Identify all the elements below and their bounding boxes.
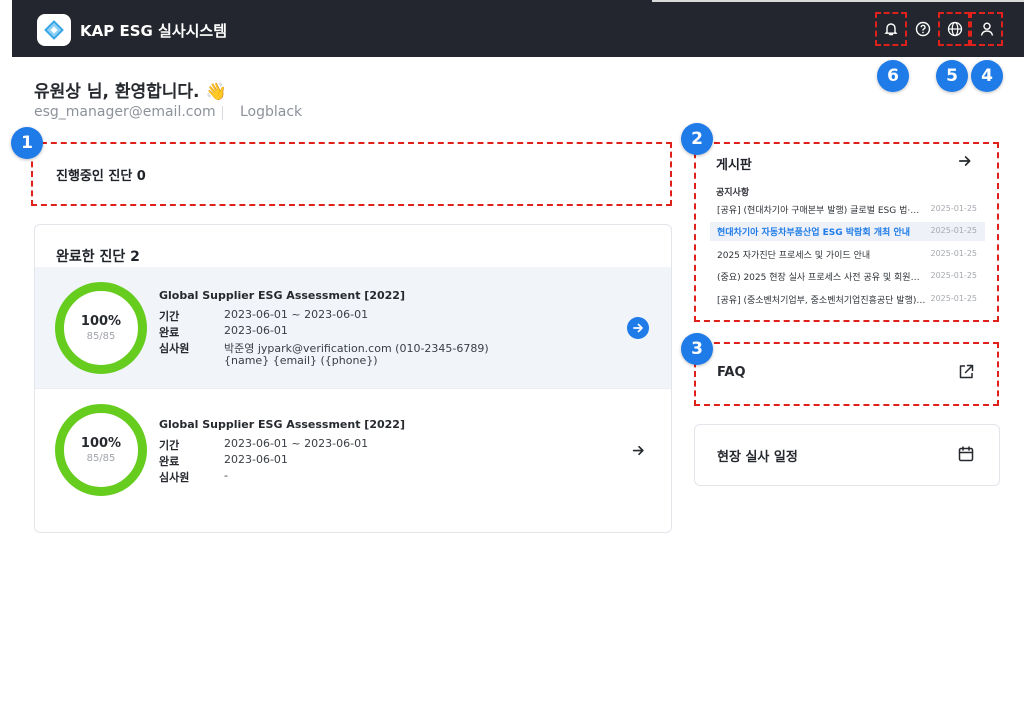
assessment-title: Global Supplier ESG Assessment [2022] [159, 289, 405, 302]
notice-post[interactable]: 2025 자가진단 프로세스 및 가이드 안내 2025-01-25 [710, 245, 985, 264]
arrow-right-icon [633, 323, 643, 333]
board-more-button[interactable] [958, 153, 974, 169]
audit-schedule-label: 현장 실사 일정 [717, 450, 798, 465]
ongoing-assessments-label: 진행중인 진단 0 [56, 169, 146, 184]
logo-diamond-icon [44, 20, 64, 40]
post-title: 현대차기아 자동차부품산업 ESG 박람회 개최 안내 [717, 228, 911, 238]
board-title: 게시판 [716, 158, 752, 173]
post-date: 2025-01-25 [930, 226, 978, 235]
assessment-title: Global Supplier ESG Assessment [2022] [159, 418, 405, 431]
auditor-value: - [224, 469, 228, 482]
app-logo[interactable] [37, 14, 71, 46]
notice-post[interactable]: [공유] (중소벤처기업부, 중소벤처기업진흥공단 발행) 안내 2025-01… [710, 290, 985, 309]
annotation-badge-3: 3 [681, 333, 713, 365]
faq-label: FAQ [717, 365, 746, 380]
calendar-icon [958, 446, 974, 462]
post-date: 2025-01-25 [930, 294, 978, 303]
notice-post[interactable]: (중요) 2025 현장 실사 프로세스 사전 공유 및 회원사 안내 2025… [710, 267, 985, 286]
auditor-template: {name} {email} ({phone}) [224, 354, 378, 367]
progress-count: 85/85 [86, 453, 116, 464]
post-date: 2025-01-25 [930, 204, 978, 213]
completed-date-value: 2023-06-01 [224, 324, 288, 337]
help-icon [915, 21, 931, 37]
post-title: 2025 자가진단 프로세스 및 가이드 안내 [717, 251, 871, 261]
annotation-badge-1: 1 [11, 127, 43, 159]
post-date: 2025-01-25 [930, 249, 978, 258]
completed-assessments-label: 완료한 진단 2 [56, 249, 140, 265]
notice-post[interactable]: [공유] (현대차기아 구매본부 발행) 글로벌 ESG 법·규제 동향 공유 … [710, 200, 985, 219]
post-title: [공유] (현대차기아 구매본부 발행) 글로벌 ESG 법·규제 동향 공유 [717, 206, 927, 216]
post-date: 2025-01-25 [930, 271, 978, 280]
welcome-greeting: 유원상 님, 환영합니다. [34, 82, 200, 102]
post-title: [공유] (중소벤처기업부, 중소벤처기업진흥공단 발행) 안내 [717, 296, 927, 306]
company-name: Logblack [240, 104, 303, 120]
post-title: (중요) 2025 현장 실사 프로세스 사전 공유 및 회원사 안내 [717, 273, 927, 283]
auditor-label: 심사원 [159, 471, 190, 484]
period-value: 2023-06-01 ~ 2023-06-01 [224, 308, 369, 321]
external-link-icon [959, 364, 974, 379]
progress-ring: 100% 85/85 [55, 282, 147, 374]
open-assessment-button[interactable] [627, 317, 649, 339]
arrow-right-icon [958, 156, 971, 166]
user-email: esg_manager@email.com [34, 104, 216, 120]
help-button[interactable] [909, 15, 937, 43]
period-label: 기간 [159, 439, 180, 452]
annotation-badge-2: 2 [681, 123, 713, 155]
annotation-badge-5: 5 [936, 60, 968, 92]
annotation-box-5 [938, 12, 970, 46]
period-label: 기간 [159, 310, 180, 323]
period-value: 2023-06-01 ~ 2023-06-01 [224, 437, 369, 450]
notice-section-label: 공지사항 [716, 188, 750, 198]
faq-external-link[interactable] [957, 363, 975, 381]
completed-date-label: 완료 [159, 455, 180, 468]
progress-percent: 100% [80, 436, 122, 451]
welcome-heading: 유원상 님, 환영합니다. 👋 [34, 77, 227, 102]
progress-ring: 100% 85/85 [55, 404, 147, 496]
annotation-badge-6: 6 [877, 60, 909, 92]
annotation-box-4 [970, 12, 1003, 46]
topbar-divider [652, 0, 1024, 2]
annotation-badge-4: 4 [971, 60, 1003, 92]
completed-date-value: 2023-06-01 [224, 453, 288, 466]
open-assessment-button[interactable] [629, 441, 647, 459]
wave-emoji: 👋 [205, 82, 227, 102]
arrow-right-icon [632, 445, 644, 455]
notice-post[interactable]: 현대차기아 자동차부품산업 ESG 박람회 개최 안내 2025-01-25 [710, 222, 985, 241]
completed-date-label: 완료 [159, 326, 180, 339]
progress-percent: 100% [80, 314, 122, 329]
app-title: KAP ESG 실사시스템 [80, 22, 228, 40]
progress-count: 85/85 [86, 331, 116, 342]
schedule-calendar-button[interactable] [957, 445, 975, 463]
auditor-label: 심사원 [159, 342, 190, 355]
divider [222, 106, 223, 120]
annotation-box-6 [875, 12, 907, 46]
